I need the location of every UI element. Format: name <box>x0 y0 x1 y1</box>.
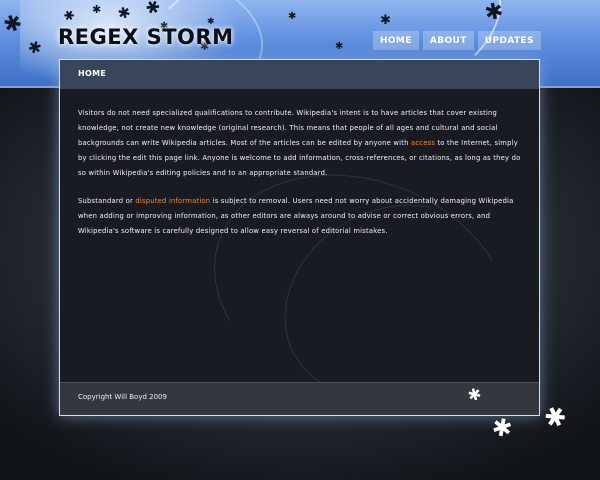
panel-header: HOME <box>60 60 539 89</box>
maple-leaf-icon: ✱ <box>465 383 484 406</box>
nav-updates[interactable]: UPDATES <box>477 31 541 50</box>
paragraph: Visitors do not need specialized qualifi… <box>78 106 522 181</box>
copyright-text: Copyright Will Boyd 2009 <box>78 393 167 401</box>
panel-footer: Copyright Will Boyd 2009 ✱ <box>60 382 539 415</box>
breadcrumb: HOME <box>78 69 107 78</box>
content-panel: HOME Visitors do not need specialized qu… <box>59 59 541 447</box>
article-body: Visitors do not need specialized qualifi… <box>78 106 522 252</box>
site-logo-title[interactable]: REGEX STORM <box>58 25 233 49</box>
top-nav: HOME ABOUT UPDATES <box>372 31 541 50</box>
maple-leaf-icon: ✱ <box>539 399 573 437</box>
access-link[interactable]: access <box>411 139 435 147</box>
nav-about[interactable]: ABOUT <box>422 31 474 50</box>
paragraph-text: Substandard or <box>78 197 136 205</box>
maple-leaf-icon: ✱ <box>92 3 102 16</box>
disputed-information-link[interactable]: disputed information <box>135 197 210 205</box>
maple-leaf-icon: ✱ <box>489 412 515 444</box>
maple-leaf-icon: ✱ <box>288 11 297 22</box>
maple-leaf-icon: ✱ <box>335 41 344 52</box>
maple-leaf-icon: ✱ <box>380 13 391 28</box>
nav-home[interactable]: HOME <box>372 31 419 50</box>
paragraph: Substandard or disputed information is s… <box>78 194 522 239</box>
maple-leaf-icon: ✱ <box>482 0 506 27</box>
